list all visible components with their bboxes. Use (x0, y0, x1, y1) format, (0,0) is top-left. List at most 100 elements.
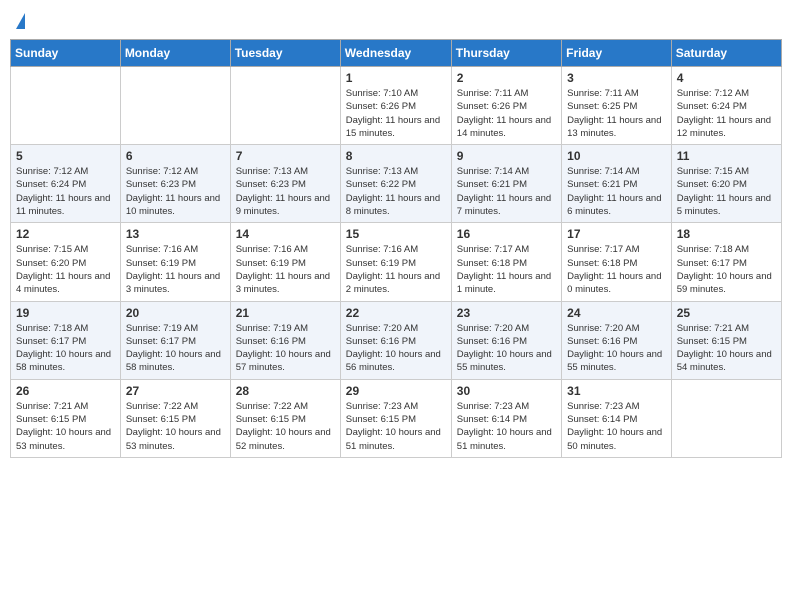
calendar-day-cell: 28Sunrise: 7:22 AM Sunset: 6:15 PM Dayli… (230, 379, 340, 457)
day-number: 14 (236, 227, 335, 241)
calendar-day-cell (11, 67, 121, 145)
calendar-week-row: 12 Sunrise: 7:15 AM Sunset: 6:20 PM Dayli… (11, 223, 782, 301)
day-number: 30 (457, 384, 556, 398)
day-info: Sunrise: 7:18 AM Sunset: 6:17 PM Dayligh… (677, 243, 776, 296)
calendar-day-cell: 14 Sunrise: 7:16 AM Sunset: 6:19 PM Dayli… (230, 223, 340, 301)
day-info: Sunrise: 7:11 AM Sunset: 6:26 PM Dayligh… (457, 87, 556, 140)
day-number: 1 (346, 71, 446, 85)
page-header (10, 10, 782, 31)
calendar-day-cell (230, 67, 340, 145)
day-number: 13 (126, 227, 225, 241)
column-header-saturday: Saturday (671, 40, 781, 67)
day-info: Sunrise: 7:12 AM Sunset: 6:23 PM Dayligh… (126, 165, 225, 218)
calendar-table: SundayMondayTuesdayWednesdayThursdayFrid… (10, 39, 782, 458)
calendar-day-cell: 13 Sunrise: 7:16 AM Sunset: 6:19 PM Dayli… (120, 223, 230, 301)
column-header-sunday: Sunday (11, 40, 121, 67)
day-number: 23 (457, 306, 556, 320)
day-number: 25 (677, 306, 776, 320)
day-info: Sunrise: 7:13 AM Sunset: 6:22 PM Dayligh… (346, 165, 446, 218)
day-number: 19 (16, 306, 115, 320)
day-info: Sunrise: 7:16 AM Sunset: 6:19 PM Dayligh… (126, 243, 225, 296)
calendar-day-cell: 3 Sunrise: 7:11 AM Sunset: 6:25 PM Daylig… (562, 67, 672, 145)
day-number: 10 (567, 149, 666, 163)
calendar-week-row: 1 Sunrise: 7:10 AM Sunset: 6:26 PM Daylig… (11, 67, 782, 145)
day-info: Sunrise: 7:10 AM Sunset: 6:26 PM Dayligh… (346, 87, 446, 140)
calendar-day-cell (120, 67, 230, 145)
calendar-day-cell (671, 379, 781, 457)
column-header-wednesday: Wednesday (340, 40, 451, 67)
day-info: Sunrise: 7:23 AM Sunset: 6:14 PM Dayligh… (457, 400, 556, 453)
column-header-friday: Friday (562, 40, 672, 67)
calendar-day-cell: 21Sunrise: 7:19 AM Sunset: 6:16 PM Dayli… (230, 301, 340, 379)
day-info: Sunrise: 7:23 AM Sunset: 6:15 PM Dayligh… (346, 400, 446, 453)
day-info: Sunrise: 7:21 AM Sunset: 6:15 PM Dayligh… (16, 400, 115, 453)
day-number: 20 (126, 306, 225, 320)
day-info: Sunrise: 7:18 AM Sunset: 6:17 PM Dayligh… (16, 322, 115, 375)
calendar-day-cell: 23 Sunrise: 7:20 AM Sunset: 6:16 PM Dayli… (451, 301, 561, 379)
day-number: 22 (346, 306, 446, 320)
calendar-day-cell: 10 Sunrise: 7:14 AM Sunset: 6:21 PM Dayli… (562, 145, 672, 223)
day-number: 6 (126, 149, 225, 163)
day-info: Sunrise: 7:17 AM Sunset: 6:18 PM Dayligh… (457, 243, 556, 296)
day-info: Sunrise: 7:22 AM Sunset: 6:15 PM Dayligh… (236, 400, 335, 453)
day-number: 4 (677, 71, 776, 85)
calendar-day-cell: 11Sunrise: 7:15 AM Sunset: 6:20 PM Dayli… (671, 145, 781, 223)
calendar-day-cell: 29 Sunrise: 7:23 AM Sunset: 6:15 PM Dayli… (340, 379, 451, 457)
column-header-tuesday: Tuesday (230, 40, 340, 67)
calendar-day-cell: 17Sunrise: 7:17 AM Sunset: 6:18 PM Dayli… (562, 223, 672, 301)
day-number: 21 (236, 306, 335, 320)
day-number: 8 (346, 149, 446, 163)
day-info: Sunrise: 7:13 AM Sunset: 6:23 PM Dayligh… (236, 165, 335, 218)
day-number: 9 (457, 149, 556, 163)
calendar-day-cell: 27Sunrise: 7:22 AM Sunset: 6:15 PM Dayli… (120, 379, 230, 457)
calendar-day-cell: 18 Sunrise: 7:18 AM Sunset: 6:17 PM Dayli… (671, 223, 781, 301)
calendar-day-cell: 24 Sunrise: 7:20 AM Sunset: 6:16 PM Dayli… (562, 301, 672, 379)
day-number: 29 (346, 384, 446, 398)
day-info: Sunrise: 7:11 AM Sunset: 6:25 PM Dayligh… (567, 87, 666, 140)
calendar-day-cell: 20Sunrise: 7:19 AM Sunset: 6:17 PM Dayli… (120, 301, 230, 379)
calendar-day-cell: 25 Sunrise: 7:21 AM Sunset: 6:15 PM Dayli… (671, 301, 781, 379)
calendar-day-cell: 2 Sunrise: 7:11 AM Sunset: 6:26 PM Daylig… (451, 67, 561, 145)
day-info: Sunrise: 7:16 AM Sunset: 6:19 PM Dayligh… (236, 243, 335, 296)
day-number: 2 (457, 71, 556, 85)
calendar-day-cell: 15 Sunrise: 7:16 AM Sunset: 6:19 PM Dayli… (340, 223, 451, 301)
day-number: 31 (567, 384, 666, 398)
column-header-monday: Monday (120, 40, 230, 67)
day-info: Sunrise: 7:16 AM Sunset: 6:19 PM Dayligh… (346, 243, 446, 296)
day-number: 27 (126, 384, 225, 398)
calendar-day-cell: 9Sunrise: 7:14 AM Sunset: 6:21 PM Daylig… (451, 145, 561, 223)
logo (15, 15, 26, 31)
day-info: Sunrise: 7:15 AM Sunset: 6:20 PM Dayligh… (16, 243, 115, 296)
day-number: 18 (677, 227, 776, 241)
day-info: Sunrise: 7:14 AM Sunset: 6:21 PM Dayligh… (567, 165, 666, 218)
day-number: 12 (16, 227, 115, 241)
day-number: 7 (236, 149, 335, 163)
day-info: Sunrise: 7:20 AM Sunset: 6:16 PM Dayligh… (567, 322, 666, 375)
calendar-day-cell: 6 Sunrise: 7:12 AM Sunset: 6:23 PM Daylig… (120, 145, 230, 223)
calendar-week-row: 19 Sunrise: 7:18 AM Sunset: 6:17 PM Dayli… (11, 301, 782, 379)
day-number: 24 (567, 306, 666, 320)
day-info: Sunrise: 7:20 AM Sunset: 6:16 PM Dayligh… (457, 322, 556, 375)
calendar-week-row: 5Sunrise: 7:12 AM Sunset: 6:24 PM Daylig… (11, 145, 782, 223)
calendar-header-row: SundayMondayTuesdayWednesdayThursdayFrid… (11, 40, 782, 67)
calendar-day-cell: 7 Sunrise: 7:13 AM Sunset: 6:23 PM Daylig… (230, 145, 340, 223)
calendar-week-row: 26Sunrise: 7:21 AM Sunset: 6:15 PM Dayli… (11, 379, 782, 457)
day-info: Sunrise: 7:20 AM Sunset: 6:16 PM Dayligh… (346, 322, 446, 375)
calendar-day-cell: 30 Sunrise: 7:23 AM Sunset: 6:14 PM Dayli… (451, 379, 561, 457)
day-number: 17 (567, 227, 666, 241)
calendar-day-cell: 26Sunrise: 7:21 AM Sunset: 6:15 PM Dayli… (11, 379, 121, 457)
day-info: Sunrise: 7:12 AM Sunset: 6:24 PM Dayligh… (677, 87, 776, 140)
day-info: Sunrise: 7:12 AM Sunset: 6:24 PM Dayligh… (16, 165, 115, 218)
day-info: Sunrise: 7:21 AM Sunset: 6:15 PM Dayligh… (677, 322, 776, 375)
calendar-day-cell: 22 Sunrise: 7:20 AM Sunset: 6:16 PM Dayli… (340, 301, 451, 379)
day-info: Sunrise: 7:23 AM Sunset: 6:14 PM Dayligh… (567, 400, 666, 453)
calendar-day-cell: 31 Sunrise: 7:23 AM Sunset: 6:14 PM Dayli… (562, 379, 672, 457)
calendar-day-cell: 4 Sunrise: 7:12 AM Sunset: 6:24 PM Daylig… (671, 67, 781, 145)
day-number: 3 (567, 71, 666, 85)
calendar-day-cell: 19 Sunrise: 7:18 AM Sunset: 6:17 PM Dayli… (11, 301, 121, 379)
day-number: 15 (346, 227, 446, 241)
day-info: Sunrise: 7:15 AM Sunset: 6:20 PM Dayligh… (677, 165, 776, 218)
calendar-day-cell: 12 Sunrise: 7:15 AM Sunset: 6:20 PM Dayli… (11, 223, 121, 301)
logo-triangle-icon (16, 13, 25, 29)
calendar-day-cell: 16Sunrise: 7:17 AM Sunset: 6:18 PM Dayli… (451, 223, 561, 301)
